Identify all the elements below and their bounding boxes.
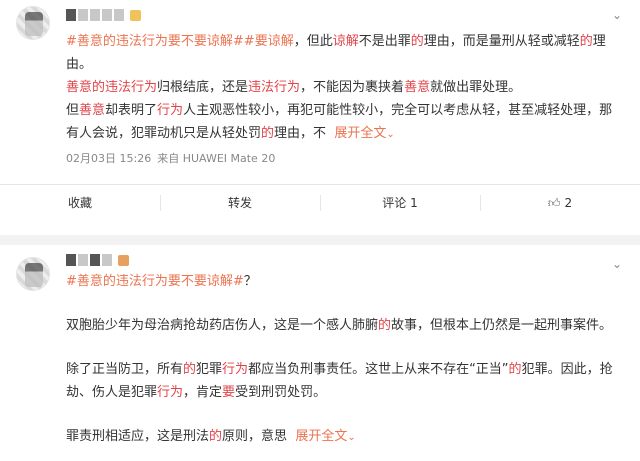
- text: 不是出罪: [358, 34, 411, 49]
- highlight: 行为: [157, 385, 184, 400]
- post-meta: 02月03日 15:26 来自 HUAWEI Mate 20: [66, 150, 281, 166]
- post-separator: [0, 235, 640, 245]
- highlight: 的: [579, 34, 593, 49]
- source-device: 来自 HUAWEI Mate 20: [157, 152, 276, 165]
- highlight: 的: [209, 429, 223, 444]
- highlight: 的: [410, 34, 424, 49]
- comment-button[interactable]: 评论 1: [320, 185, 480, 220]
- avatar[interactable]: [16, 257, 50, 291]
- highlight: 要: [222, 385, 236, 400]
- text: ，不能因为裹挟着: [300, 80, 405, 95]
- chevron-down-icon[interactable]: ⌄: [347, 432, 355, 443]
- text: 却表明了: [105, 103, 158, 118]
- text: 劫、伤人是犯罪: [66, 385, 158, 400]
- highlight: 善意的违法行为: [66, 80, 158, 95]
- text-line: 善意的违法行为归根结底，还是违法行为，不能因为裹挟着善意就做出罪处理。: [66, 76, 626, 99]
- text: 理由，而是量刑从轻或减轻: [423, 34, 580, 49]
- highlight: 的: [261, 126, 275, 141]
- repost-label: 转发: [227, 196, 252, 210]
- text: 都应当负刑事责任。这世上从来不存在“正当”: [248, 362, 509, 377]
- text: 罪责刑相适应，这是刑法: [66, 429, 210, 444]
- text: 有人会说，犯罪动机只是从轻处罚: [66, 126, 262, 141]
- username-redacted[interactable]: [66, 253, 148, 267]
- timestamp[interactable]: 02月03日 15:26: [66, 152, 151, 165]
- post-text: #善意的违法行为要不要谅解##要谅解，但此谅解不是出罪的理由，而是量刑从轻或减轻…: [66, 30, 626, 146]
- highlight: 谅解: [332, 34, 359, 49]
- chevron-down-icon[interactable]: ⌄: [386, 129, 394, 140]
- chevron-down-icon[interactable]: ⌄: [610, 8, 624, 22]
- verified-badge-icon: [130, 9, 141, 21]
- topic-link-2[interactable]: #要谅解: [244, 34, 294, 49]
- highlight: 行为: [157, 103, 184, 118]
- text-line: 有人会说，犯罪动机只是从轻处罚的理由，不 展开全文⌄: [66, 122, 626, 146]
- text: 理由，不: [274, 126, 327, 141]
- text: 就做出罪处理。: [430, 80, 522, 95]
- like-button[interactable]: 👍︎ 2: [480, 185, 640, 220]
- collect-label: 收藏: [67, 196, 92, 210]
- highlight: 的: [183, 362, 197, 377]
- repost-button[interactable]: 转发: [160, 185, 320, 220]
- expand-full-text-link[interactable]: 展开全文: [334, 126, 386, 141]
- text-line: 罪责刑相适应，这是刑法的原则，意思 展开全文⌄: [66, 426, 626, 449]
- highlight: 违法行为: [248, 80, 301, 95]
- comment-label: 评论 1: [382, 196, 418, 210]
- text: 归根结底，还是: [157, 80, 249, 95]
- topic-link[interactable]: #善意的违法行为要不要谅解#: [66, 34, 244, 49]
- text: 故事，但根本上仍然是一起刑事案件。: [391, 318, 613, 333]
- highlight: 善意: [79, 103, 106, 118]
- text: 人主观恶性较小，再犯可能性较小，完全可以考虑从轻，甚至减轻处理，那: [183, 103, 613, 118]
- text: 原则，意思: [222, 429, 288, 444]
- topic-link[interactable]: #善意的违法行为要不要谅解#: [66, 274, 244, 289]
- collect-button[interactable]: 收藏: [0, 185, 160, 220]
- text: ，但此: [293, 34, 333, 49]
- text: 理: [592, 34, 606, 49]
- text: ，肯定: [183, 385, 223, 400]
- text: 犯罪: [196, 362, 223, 377]
- text: 双胞胎少年为母治病抢劫药店伤人，这是一个感人肺腑: [66, 318, 379, 333]
- avatar[interactable]: [16, 6, 50, 40]
- text-line: 双胞胎少年为母治病抢劫药店伤人，这是一个感人肺腑的故事，但根本上仍然是一起刑事案…: [66, 315, 626, 337]
- highlight: 的: [378, 318, 392, 333]
- text-line: 劫、伤人是犯罪行为，肯定要受到刑罚处罚。: [66, 382, 626, 404]
- text-line: 但善意却表明了行为人主观恶性较小，再犯可能性较小，完全可以考虑从轻，甚至减轻处理…: [66, 99, 626, 122]
- action-bar: 收藏 转发 评论 1 👍︎ 2: [0, 184, 640, 220]
- text: 除了正当防卫，所有: [66, 362, 184, 377]
- chevron-down-icon[interactable]: ⌄: [610, 257, 624, 271]
- expand-full-text-link[interactable]: 展开全文: [295, 429, 347, 444]
- post-card-2: ⌄ #善意的违法行为要不要谅解#？ 双胞胎少年为母治病抢劫药店伤人，这是一个感人…: [0, 245, 640, 461]
- like-count: 2: [564, 196, 573, 210]
- post-card-1: ⌄ #善意的违法行为要不要谅解##要谅解，但此谅解不是出罪的理由，而是量刑从轻或…: [0, 0, 640, 235]
- verified-badge-icon: [118, 254, 129, 266]
- text: 但: [66, 103, 80, 118]
- text-line: #善意的违法行为要不要谅解##要谅解，但此谅解不是出罪的理由，而是量刑从轻或减轻…: [66, 30, 626, 53]
- username-redacted[interactable]: [66, 8, 148, 22]
- text: 犯罪。因此，抢: [521, 362, 613, 377]
- thumb-up-icon: 👍︎: [547, 196, 561, 210]
- text-line: 除了正当防卫，所有的犯罪行为都应当负刑事责任。这世上从来不存在“正当”的犯罪。因…: [66, 359, 626, 381]
- highlight: 行为: [222, 362, 249, 377]
- highlight: 的: [508, 362, 522, 377]
- text-line: #善意的违法行为要不要谅解#？: [66, 271, 626, 293]
- text-line: 由。: [66, 57, 93, 72]
- text: ？: [243, 274, 257, 289]
- highlight: 善意: [404, 80, 431, 95]
- text: 受到刑罚处罚。: [235, 385, 327, 400]
